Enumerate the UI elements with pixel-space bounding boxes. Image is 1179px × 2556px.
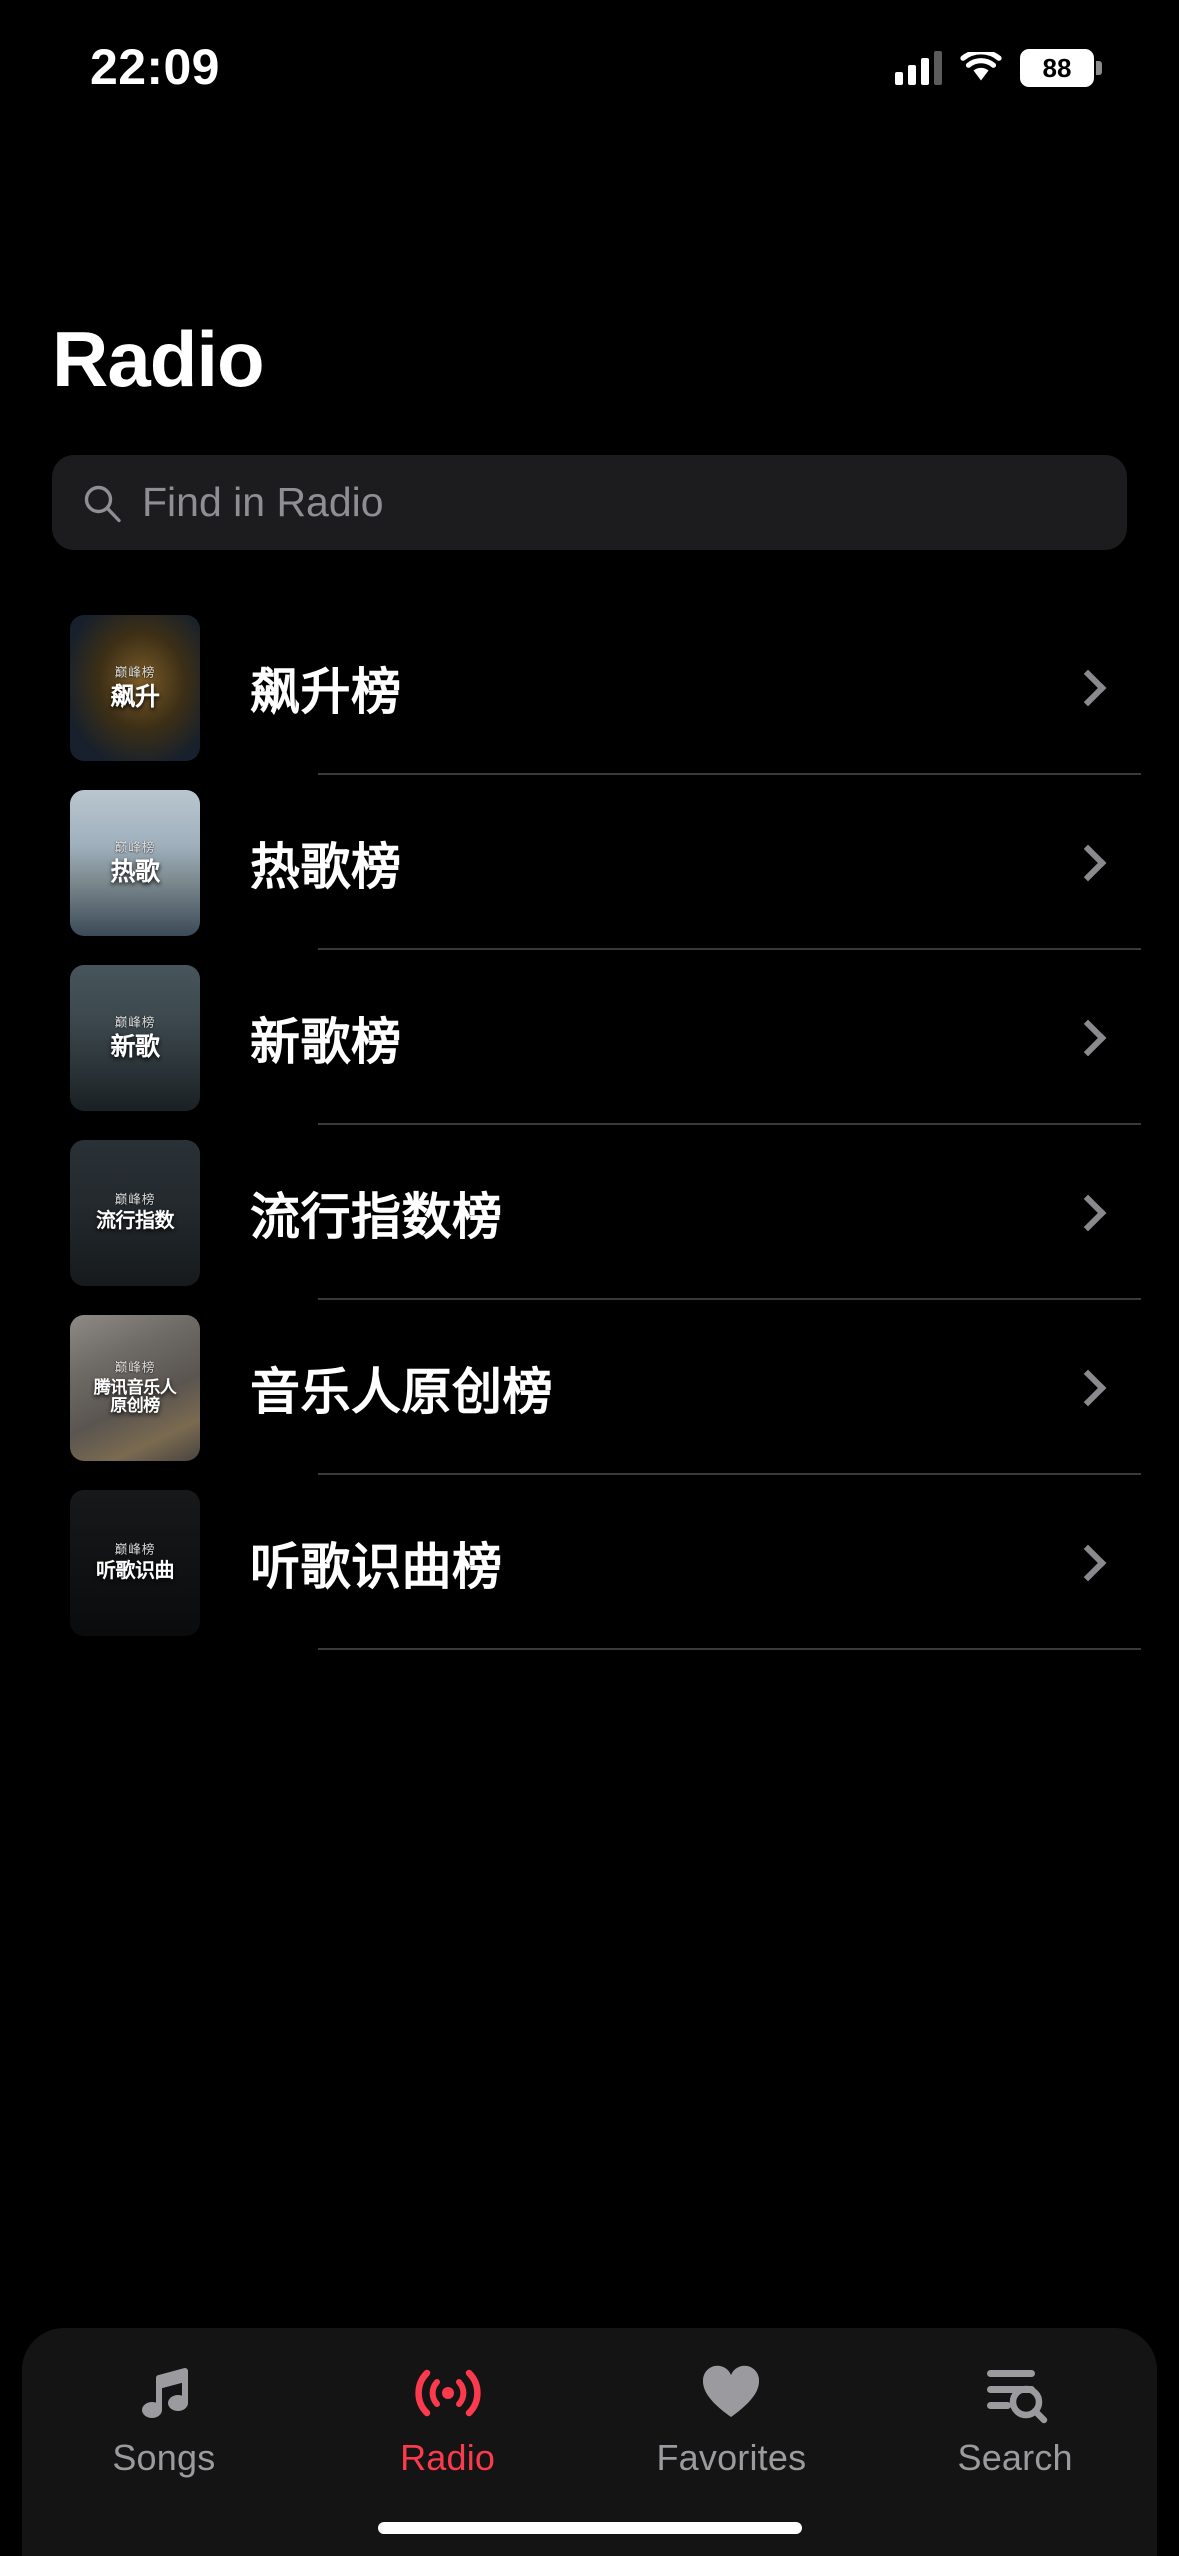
status-bar-time: 22:09 (90, 39, 220, 95)
tab-label: Search (957, 2437, 1073, 2478)
list-search-icon (982, 2360, 1048, 2426)
list-item-title: 飙升榜 (250, 663, 402, 720)
list-item[interactable]: 巅峰榜 流行指数 流行指数榜 (0, 1125, 1179, 1300)
thumbnail-name-label: 飙升 (110, 682, 160, 711)
list-item[interactable]: 巅峰榜 新歌 新歌榜 (0, 950, 1179, 1125)
list-item[interactable]: 巅峰榜 听歌识曲 听歌识曲榜 (0, 1475, 1179, 1650)
tab-favorites[interactable]: Favorites (606, 2360, 856, 2476)
battery-icon: 88 (1020, 49, 1102, 87)
chevron-right-icon (1069, 1194, 1107, 1231)
tab-label: Radio (400, 2437, 496, 2478)
chevron-right-icon (1069, 669, 1107, 706)
thumbnail-name-label: 热歌 (110, 857, 160, 886)
radio-chart-list: 巅峰榜 飙升 飙升榜 巅峰榜 热歌 热歌榜 巅峰榜 新歌 新歌榜 巅峰榜 流行指数 流行指数榜 巅峰榜腾… (0, 600, 1179, 1650)
status-bar-indicators: 88 (895, 49, 1102, 87)
tab-label: Songs (112, 2437, 216, 2478)
list-item-thumbnail: 巅峰榜 新歌 (70, 964, 200, 1111)
tab-label: Favorites (656, 2437, 807, 2478)
list-divider (318, 1648, 1141, 1650)
list-item-thumbnail: 巅峰榜 听歌识曲 (70, 1489, 200, 1636)
list-item-thumbnail: 巅峰榜 热歌 (70, 789, 200, 936)
tab-radio[interactable]: Radio (323, 2360, 573, 2476)
list-item[interactable]: 巅峰榜 热歌 热歌榜 (0, 775, 1179, 950)
page-title: Radio (52, 315, 265, 403)
list-item-thumbnail: 巅峰榜 飙升 (70, 614, 200, 761)
thumbnail-badge-label: 巅峰榜 (114, 664, 156, 680)
thumbnail-name-label: 新歌 (110, 1032, 160, 1061)
thumbnail-badge-label: 巅峰榜 (114, 1014, 156, 1030)
wifi-icon (960, 49, 1002, 84)
search-icon (82, 483, 122, 523)
thumbnail-badge-label: 巅峰榜 (114, 1542, 156, 1557)
chevron-right-icon (1069, 1019, 1107, 1056)
thumbnail-name-label: 听歌识曲 (96, 1560, 175, 1583)
chevron-right-icon (1069, 1544, 1107, 1581)
thumbnail-name-label: 腾讯音乐人 原创榜 (93, 1377, 177, 1415)
cellular-signal-icon (895, 51, 942, 85)
broadcast-icon (411, 2360, 485, 2426)
search-input[interactable]: Find in Radio (52, 455, 1127, 550)
thumbnail-name-label: 流行指数 (96, 1210, 175, 1233)
list-item-title: 新歌榜 (250, 1013, 402, 1070)
music-note-icon (133, 2360, 195, 2426)
thumbnail-badge-label: 巅峰榜 (114, 1359, 156, 1375)
list-item-thumbnail: 巅峰榜腾讯音乐人 原创榜 (70, 1314, 200, 1461)
home-indicator (377, 2522, 802, 2534)
chevron-right-icon (1069, 1369, 1107, 1406)
list-item[interactable]: 巅峰榜 腾讯音乐人 原创榜 音乐人原创榜 (0, 1300, 1179, 1475)
tab-songs[interactable]: Songs (39, 2360, 289, 2476)
status-bar: 22:09 88 (0, 0, 1179, 120)
app-screen: 22:09 88 Radio Find in Radio 巅峰榜 飙升 飙升榜 … (0, 0, 1179, 2556)
list-item-title: 流行指数榜 (250, 1188, 503, 1245)
thumbnail-badge-label: 巅峰榜 (114, 1192, 156, 1207)
thumbnail-badge-label: 巅峰榜 (114, 839, 156, 855)
tab-search[interactable]: Search (890, 2360, 1140, 2476)
heart-icon (700, 2360, 762, 2426)
battery-percent-label: 88 (1042, 53, 1072, 83)
list-item-thumbnail: 巅峰榜 流行指数 (70, 1139, 200, 1286)
list-item-title: 听歌识曲榜 (250, 1538, 503, 1595)
list-item-title: 音乐人原创榜 (250, 1363, 553, 1420)
list-item-title: 热歌榜 (250, 838, 402, 895)
search-placeholder: Find in Radio (142, 479, 384, 525)
list-item[interactable]: 巅峰榜 飙升 飙升榜 (0, 600, 1179, 775)
chevron-right-icon (1069, 844, 1107, 881)
